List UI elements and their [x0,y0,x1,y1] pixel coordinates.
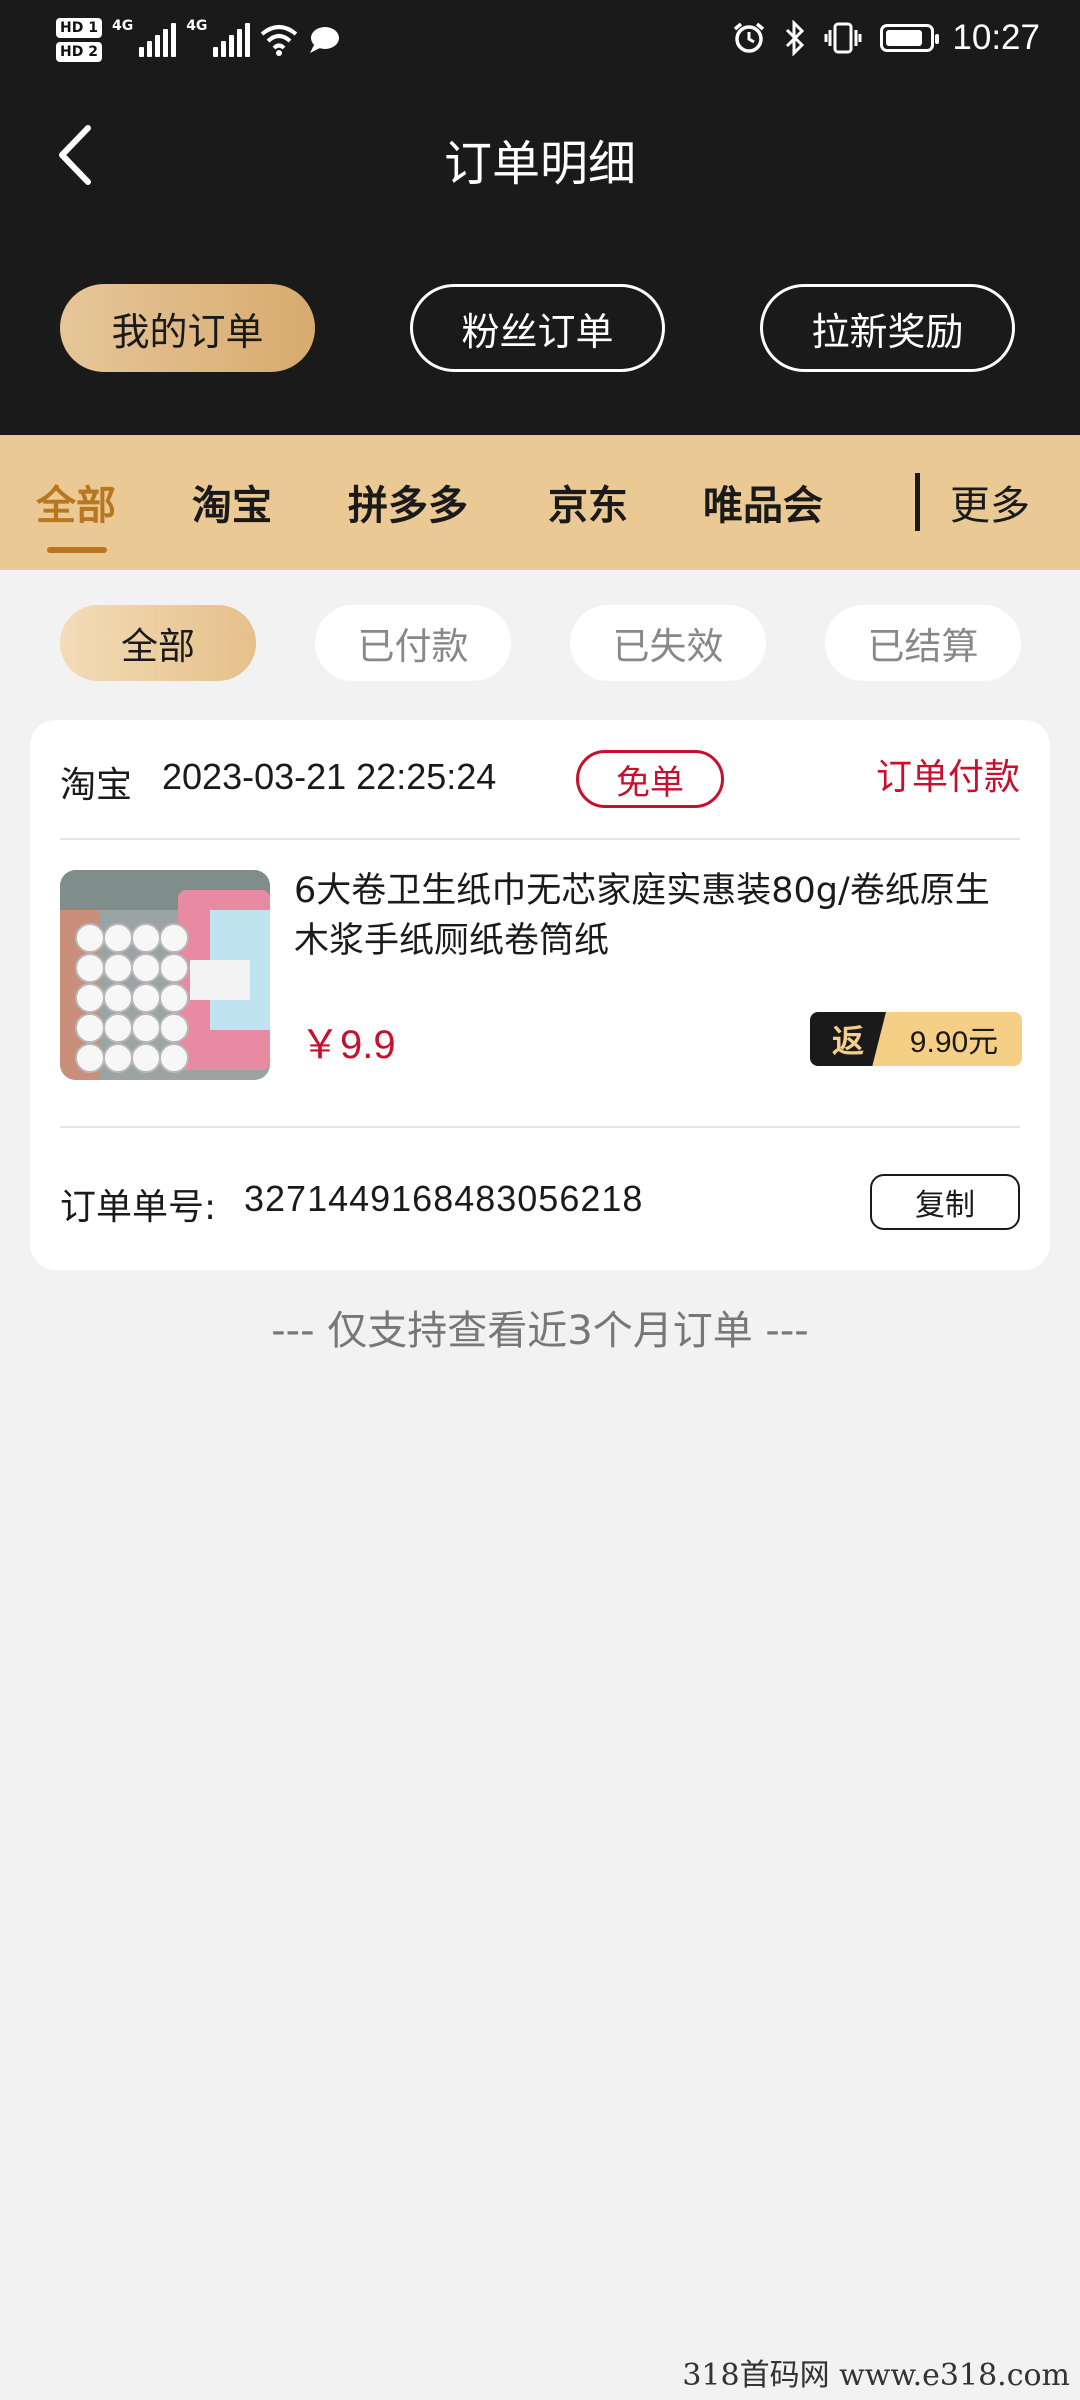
network-type: 4G [111,18,134,34]
vibrate-icon [824,22,862,54]
status-bar: HD 1 HD 2 4G 4G 10:27 [0,0,1080,90]
platform-tab-jd[interactable]: 京东 [548,473,628,531]
watermark: 318首码网 www.e318.com [682,2358,1070,2393]
segment-referral-rewards[interactable]: 拉新奖励 [760,284,1015,372]
divider [60,1126,1020,1128]
free-order-badge: 免单 [576,750,724,808]
product-thumbnail[interactable] [60,870,270,1080]
segment-fan-orders[interactable]: 粉丝订单 [410,284,665,372]
product-price: ￥9.9 [300,1023,396,1067]
order-platform: 淘宝 [60,765,133,806]
platform-tab-vip[interactable]: 唯品会 [703,473,823,531]
platform-tab-all[interactable]: 全部 [36,473,116,531]
battery-icon [880,24,940,52]
platform-tab-more[interactable]: 更多 [950,473,1030,531]
filter-all[interactable]: 全部 [60,605,256,681]
order-type-segments: 我的订单 粉丝订单 拉新奖励 [0,284,1080,376]
signal-icon [139,23,177,57]
platform-tabs: 全部 淘宝 拼多多 京东 唯品会 更多 [0,435,1080,570]
status-time: 10:27 [952,18,1040,57]
product-name[interactable]: 6大卷卫生纸巾无芯家庭实惠装80g/卷纸原生木浆手纸厕纸卷筒纸 [294,866,1024,966]
filter-paid[interactable]: 已付款 [315,605,511,681]
filter-invalid[interactable]: 已失效 [570,605,766,681]
chat-bubble-icon [310,27,340,53]
order-card: 淘宝 2023-03-21 22:25:24 免单 订单付款 6大卷卫生纸巾无芯… [30,720,1050,1270]
app-header: 订单明细 [0,100,1080,210]
rebate-tag: 返 9.90元 [810,1012,1022,1066]
bluetooth-icon [786,20,805,56]
page-title: 订单明细 [443,136,636,192]
tab-divider [915,473,920,531]
status-filter-chips: 全部 已付款 已失效 已结算 [0,605,1080,681]
wifi-icon [261,25,298,56]
divider [60,838,1020,840]
product-image [60,870,270,1080]
history-limit-note: --- 仅支持查看近3个月订单 --- [271,1308,809,1354]
order-number: 3271449168483056218 [244,1178,644,1219]
segment-my-orders[interactable]: 我的订单 [60,284,315,372]
signal-icon-2 [213,23,251,57]
platform-tab-pinduoduo[interactable]: 拼多多 [348,473,468,531]
order-number-label: 订单单号: [60,1187,217,1228]
order-time: 2023-03-21 22:25:24 [162,756,497,797]
copy-button[interactable]: 复制 [870,1174,1020,1230]
filter-settled[interactable]: 已结算 [825,605,1021,681]
alarm-icon [734,22,765,53]
network-type-2: 4G [186,18,208,34]
platform-tab-taobao[interactable]: 淘宝 [192,473,272,531]
hd-icon: HD 1 HD 2 [56,18,102,62]
rebate-amount: 9.90元 [872,1012,1022,1066]
order-status: 订单付款 [875,757,1020,798]
active-tab-indicator [47,547,107,553]
